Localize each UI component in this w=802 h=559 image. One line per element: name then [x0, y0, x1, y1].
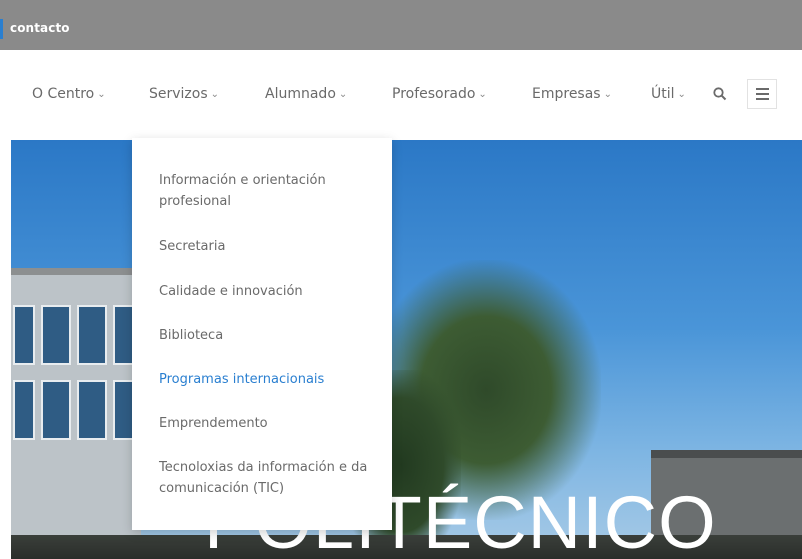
top-bar-accent [0, 19, 3, 39]
dropdown-item-emprendemento[interactable]: Emprendemento [159, 413, 374, 434]
dropdown-item-calidade-innovacion[interactable]: Calidade e innovación [159, 281, 374, 302]
nav-item-empresas[interactable]: Empresas ⌄ [532, 86, 612, 102]
building-band [651, 450, 802, 458]
dropdown-item-secretaria[interactable]: Secretaria [159, 236, 374, 257]
building-window [13, 305, 35, 365]
nav-item-alumnado[interactable]: Alumnado ⌄ [265, 86, 347, 102]
hero-image: POLITÉCNICO [11, 140, 802, 559]
dropdown-item-tic[interactable]: Tecnoloxias da información e da comunica… [159, 457, 374, 499]
left-building [11, 275, 141, 559]
hamburger-line [756, 98, 769, 100]
nav-item-label: Profesorado [392, 86, 476, 102]
nav-item-label: Empresas [532, 86, 601, 102]
nav-item-label: Alumnado [265, 86, 336, 102]
chevron-down-icon: ⌄ [478, 89, 487, 100]
hamburger-menu-icon [756, 88, 769, 90]
nav-item-util[interactable]: Útil ⌄ [651, 86, 686, 102]
nav-item-profesorado[interactable]: Profesorado ⌄ [392, 86, 487, 102]
top-bar: contacto [0, 0, 802, 50]
nav-item-label: O Centro [32, 86, 95, 102]
building-window [41, 305, 71, 365]
search-icon[interactable] [712, 86, 728, 102]
nav-item-label: Útil [651, 86, 675, 102]
chevron-down-icon: ⌄ [210, 89, 220, 100]
nav-item-servizos[interactable]: Servizos ⌄ [149, 86, 219, 102]
main-navigation: O Centro ⌄ Servizos ⌄ Alumnado ⌄ Profesorad… [0, 50, 802, 140]
dropdown-item-programas-internacionais[interactable]: Programas internacionais [159, 369, 374, 390]
dropdown-item-informacion-orientacion[interactable]: Información e orientación profesional [159, 170, 374, 212]
dropdown-item-biblioteca[interactable]: Biblioteca [159, 325, 374, 346]
chevron-down-icon: ⌄ [97, 89, 106, 100]
chevron-down-icon: ⌄ [603, 89, 612, 100]
building-window [41, 380, 71, 440]
nav-item-o-centro[interactable]: O Centro ⌄ [32, 86, 106, 102]
building-window [13, 380, 35, 440]
menu-button[interactable] [747, 79, 777, 109]
building-window [77, 305, 107, 365]
chevron-down-icon: ⌄ [677, 89, 686, 100]
building-window [77, 380, 107, 440]
servizos-dropdown-menu: Información e orientación profesional Se… [132, 138, 392, 530]
contact-link[interactable]: contacto [10, 21, 70, 35]
nav-item-label: Servizos [149, 86, 208, 102]
hamburger-line [756, 93, 769, 95]
chevron-down-icon: ⌄ [338, 89, 348, 100]
